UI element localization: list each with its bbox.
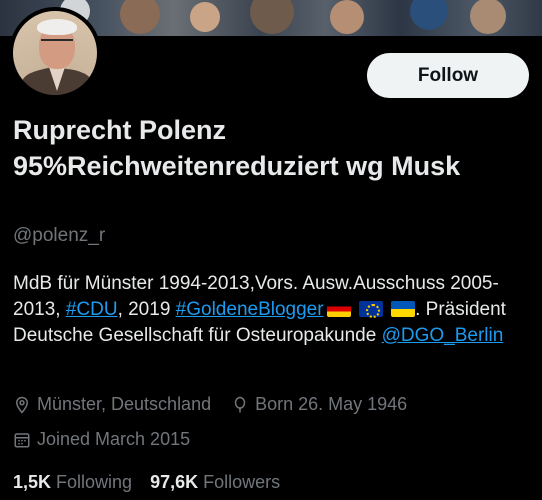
profile-bio: MdB für Münster 1994-2013,Vors. Ausw.Aus… — [13, 271, 535, 349]
profile-name: Ruprecht Polenz 95%Reichweitenreduziert … — [13, 115, 461, 181]
location-text: Münster, Deutschland — [37, 394, 212, 414]
germany-flag-icon — [326, 301, 351, 317]
eu-flag-icon — [358, 301, 383, 318]
following-label: Following — [56, 472, 133, 492]
hashtag-link-goldeneblogger[interactable]: #GoldeneBlogger — [176, 299, 324, 320]
follow-button[interactable]: Follow — [367, 53, 529, 98]
hashtag-link-cdu[interactable]: #CDU — [66, 299, 118, 320]
following-count: 1,5K — [13, 472, 52, 492]
born-text: Born 26. May 1946 — [255, 394, 408, 414]
mention-link-dgo-berlin[interactable]: @DGO_Berlin — [382, 325, 504, 346]
joined-item: Joined March 2015 — [13, 429, 190, 450]
followers-label: Followers — [203, 472, 281, 492]
joined-text: Joined March 2015 — [37, 429, 191, 449]
location-pin-icon — [15, 396, 29, 414]
profile-meta-row: Münster, Deutschland Born 26. May 1946 — [13, 394, 421, 415]
profile-handle: @polenz_r — [13, 225, 106, 246]
bio-text: , 2019 — [117, 299, 176, 320]
calendar-icon — [14, 432, 30, 447]
followers-link[interactable]: 97,6K Followers — [150, 472, 280, 493]
location-item: Münster, Deutschland — [13, 394, 211, 415]
followers-count: 97,6K — [150, 472, 199, 492]
follow-counts: 1,5K Following 97,6K Followers — [13, 472, 280, 493]
born-item: Born 26. May 1946 — [231, 394, 407, 415]
ukraine-flag-icon — [391, 301, 416, 317]
balloon-icon — [234, 396, 246, 412]
profile-meta-row: Joined March 2015 — [13, 429, 204, 450]
following-link[interactable]: 1,5K Following — [13, 472, 132, 493]
avatar[interactable] — [9, 7, 101, 99]
